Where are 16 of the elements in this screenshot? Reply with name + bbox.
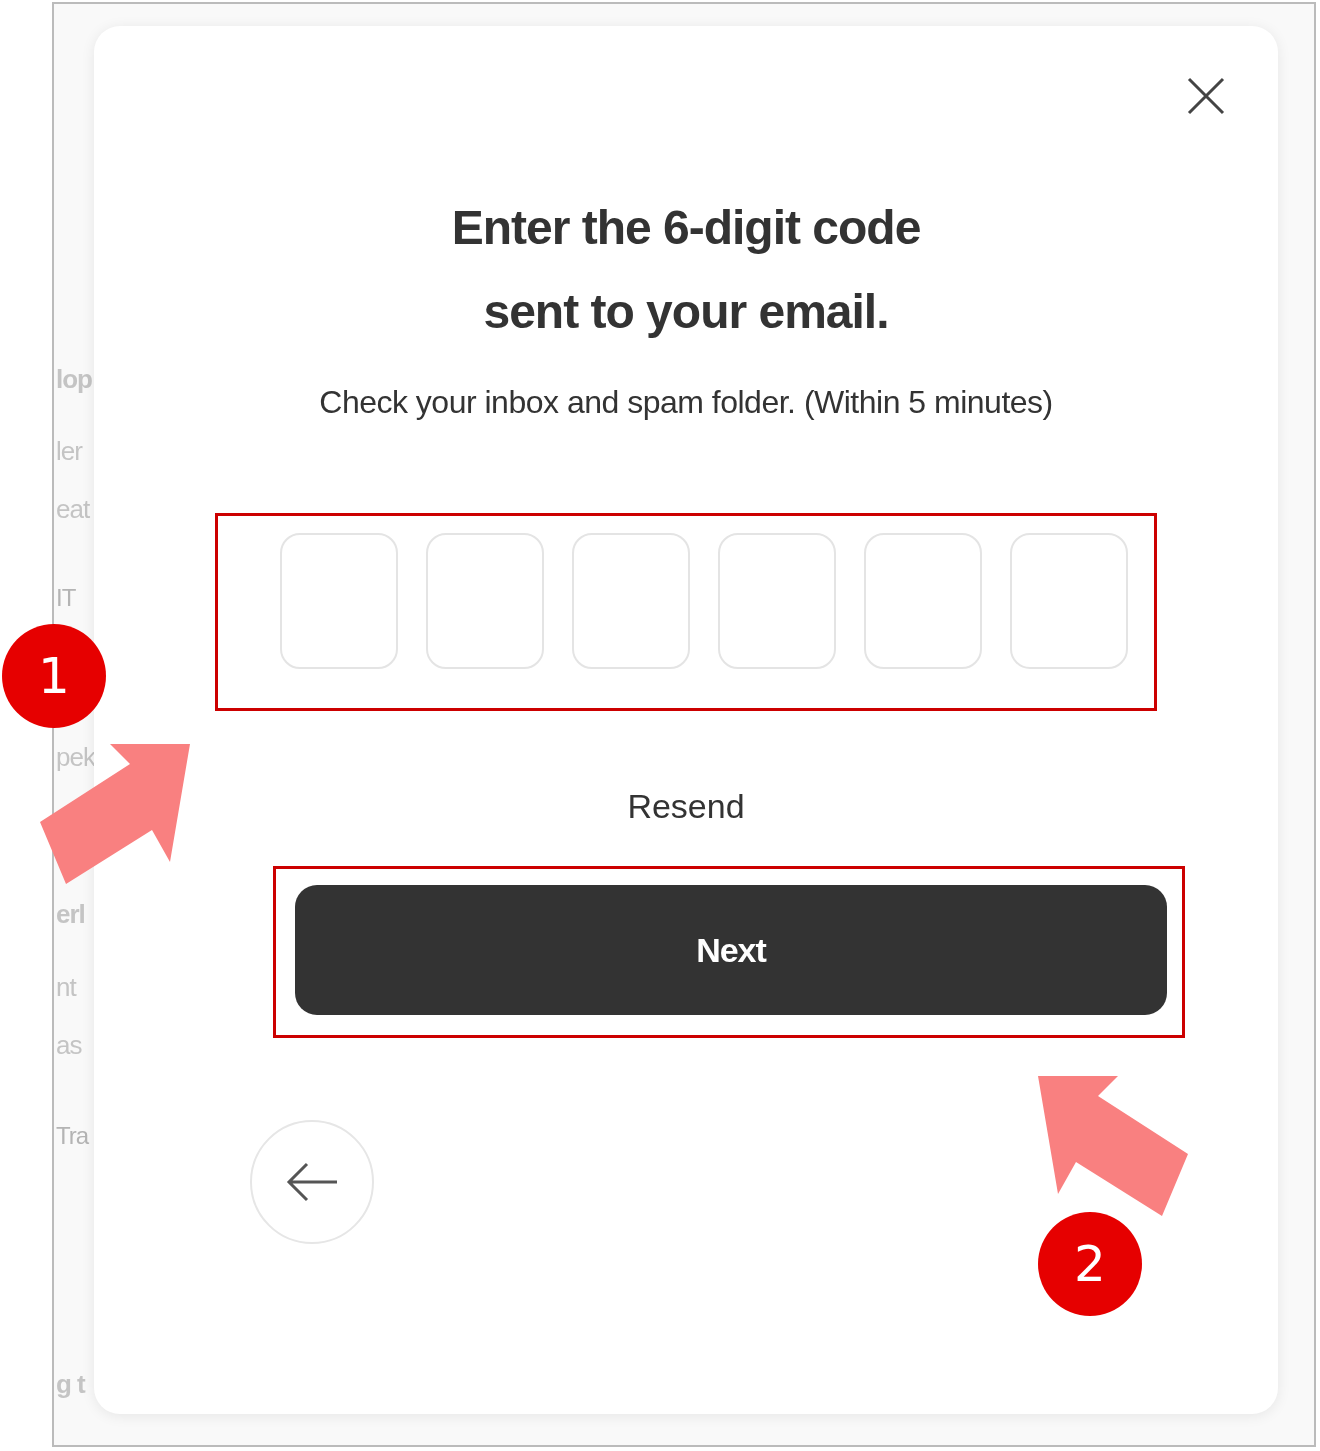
step-badge: 1	[2, 624, 106, 728]
resend-link[interactable]: Resend	[627, 787, 745, 826]
close-icon[interactable]	[1186, 76, 1226, 116]
dialog-title: sent to your email.	[483, 284, 889, 340]
background-text: Tra	[56, 1122, 89, 1150]
next-button[interactable]: Next	[295, 885, 1167, 1015]
code-digit-field[interactable]	[718, 533, 836, 669]
background-text: IT	[56, 584, 76, 612]
back-arrow-icon	[285, 1162, 339, 1202]
code-digit-field[interactable]	[864, 533, 982, 669]
dialog-title: Enter the 6-digit code	[451, 200, 921, 256]
code-digit-field[interactable]	[1010, 533, 1128, 669]
instruction-text: Check your inbox and spam folder. (Within 5 minutes)	[319, 384, 1053, 421]
code-digit-field[interactable]	[280, 533, 398, 669]
code-digit-field[interactable]	[426, 533, 544, 669]
code-digit-field[interactable]	[572, 533, 690, 669]
